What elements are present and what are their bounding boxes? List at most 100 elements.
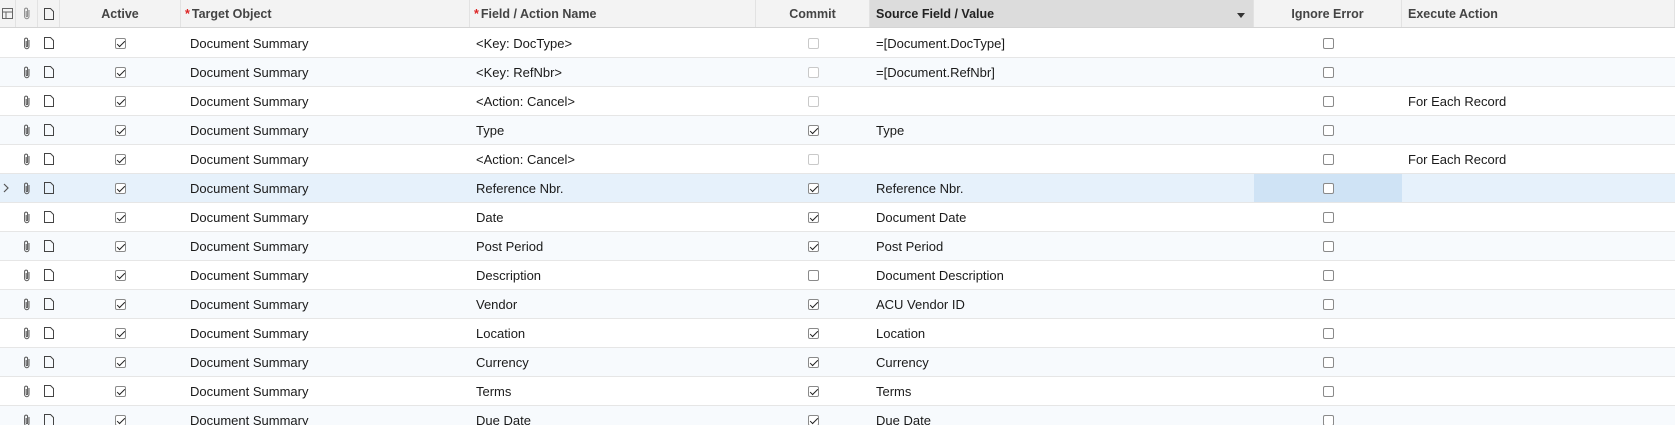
note-cell[interactable] <box>38 29 60 57</box>
attachment-cell[interactable] <box>16 319 38 347</box>
execute-action-cell[interactable] <box>1402 290 1675 318</box>
row-selector[interactable] <box>0 203 16 231</box>
note-icon[interactable] <box>44 124 54 136</box>
ignore-error-cell[interactable] <box>1254 29 1402 57</box>
paperclip-icon[interactable] <box>22 356 32 369</box>
commit-checkbox[interactable] <box>807 182 819 194</box>
note-icon[interactable] <box>44 66 54 78</box>
target-object-cell[interactable]: Document Summary <box>181 145 470 173</box>
paperclip-icon[interactable] <box>22 37 32 50</box>
note-icon[interactable] <box>44 153 54 165</box>
row-selector[interactable] <box>0 319 16 347</box>
active-checkbox[interactable] <box>115 182 126 194</box>
attachment-cell[interactable] <box>16 348 38 376</box>
execute-action-cell[interactable] <box>1402 377 1675 405</box>
commit-checkbox[interactable] <box>807 153 819 165</box>
row-selector[interactable] <box>0 29 16 57</box>
attachment-cell[interactable] <box>16 29 38 57</box>
field-action-cell[interactable]: Reference Nbr. <box>470 174 756 202</box>
row-selector[interactable] <box>0 116 16 144</box>
active-cell[interactable] <box>60 377 181 405</box>
source-field-cell[interactable]: Location <box>870 319 1254 347</box>
active-cell[interactable] <box>60 319 181 347</box>
commit-checkbox[interactable] <box>807 385 819 397</box>
note-cell[interactable] <box>38 203 60 231</box>
commit-checkbox[interactable] <box>807 66 819 78</box>
row-selector[interactable] <box>0 290 16 318</box>
row-selector[interactable] <box>0 87 16 115</box>
sort-dropdown-icon[interactable] <box>1237 7 1245 21</box>
ignore-error-cell[interactable] <box>1254 319 1402 347</box>
source-field-cell[interactable]: =[Document.RefNbr] <box>870 58 1254 86</box>
commit-checkbox[interactable] <box>807 124 819 136</box>
field-action-cell[interactable]: <Action: Cancel> <box>470 145 756 173</box>
active-checkbox[interactable] <box>115 37 126 49</box>
table-row[interactable]: Document Summary Description Document Desc… <box>0 261 1675 290</box>
paperclip-icon[interactable] <box>22 211 32 224</box>
source-field-cell[interactable]: Document Description <box>870 261 1254 289</box>
field-action-cell[interactable]: Date <box>470 203 756 231</box>
attachment-cell[interactable] <box>16 203 38 231</box>
paperclip-icon[interactable] <box>22 327 32 340</box>
note-icon[interactable] <box>44 414 54 425</box>
note-icon[interactable] <box>44 211 54 223</box>
execute-action-cell[interactable] <box>1402 29 1675 57</box>
header-ignore-error[interactable]: Ignore Error <box>1254 0 1402 27</box>
row-selector[interactable] <box>0 406 16 425</box>
header-field-action[interactable]: * Field / Action Name <box>470 0 756 27</box>
target-object-cell[interactable]: Document Summary <box>181 261 470 289</box>
target-object-cell[interactable]: Document Summary <box>181 87 470 115</box>
ignore-error-checkbox[interactable] <box>1322 356 1334 368</box>
note-icon[interactable] <box>44 182 54 194</box>
source-field-cell[interactable]: Due Date <box>870 406 1254 425</box>
table-row[interactable]: Document Summary Post Period Post Period <box>0 232 1675 261</box>
ignore-error-checkbox[interactable] <box>1322 95 1334 107</box>
field-action-cell[interactable]: <Key: DocType> <box>470 29 756 57</box>
table-row[interactable]: Document Summary <Action: Cancel> For Each… <box>0 87 1675 116</box>
header-execute-action[interactable]: Execute Action <box>1402 0 1675 27</box>
commit-cell[interactable] <box>756 377 870 405</box>
table-row[interactable]: Document Summary Location Location <box>0 319 1675 348</box>
attachment-cell[interactable] <box>16 290 38 318</box>
attachment-cell[interactable] <box>16 377 38 405</box>
table-row[interactable]: Document Summary Due Date Due Date <box>0 406 1675 425</box>
field-action-cell[interactable]: Post Period <box>470 232 756 260</box>
header-active[interactable]: Active <box>60 0 181 27</box>
field-action-cell[interactable]: Description <box>470 261 756 289</box>
source-field-cell[interactable]: ACU Vendor ID <box>870 290 1254 318</box>
header-commit[interactable]: Commit <box>756 0 870 27</box>
attachment-cell[interactable] <box>16 116 38 144</box>
row-selector[interactable] <box>0 377 16 405</box>
ignore-error-cell[interactable] <box>1254 232 1402 260</box>
note-cell[interactable] <box>38 290 60 318</box>
note-cell[interactable] <box>38 232 60 260</box>
active-checkbox[interactable] <box>115 414 126 425</box>
row-selector[interactable] <box>0 261 16 289</box>
note-icon[interactable] <box>44 269 54 281</box>
active-checkbox[interactable] <box>115 240 126 252</box>
active-cell[interactable] <box>60 29 181 57</box>
execute-action-cell[interactable]: For Each Record <box>1402 145 1675 173</box>
active-cell[interactable] <box>60 174 181 202</box>
active-checkbox[interactable] <box>115 153 126 165</box>
ignore-error-checkbox[interactable] <box>1322 385 1334 397</box>
source-field-cell[interactable]: =[Document.DocType] <box>870 29 1254 57</box>
attachment-cell[interactable] <box>16 87 38 115</box>
active-checkbox[interactable] <box>115 298 126 310</box>
note-cell[interactable] <box>38 174 60 202</box>
attachment-cell[interactable] <box>16 232 38 260</box>
note-cell[interactable] <box>38 261 60 289</box>
source-field-cell[interactable] <box>870 87 1254 115</box>
field-action-cell[interactable]: <Key: RefNbr> <box>470 58 756 86</box>
note-icon[interactable] <box>44 327 54 339</box>
commit-cell[interactable] <box>756 319 870 347</box>
header-target-object[interactable]: * Target Object <box>181 0 470 27</box>
execute-action-cell[interactable] <box>1402 116 1675 144</box>
ignore-error-checkbox[interactable] <box>1322 269 1334 281</box>
execute-action-cell[interactable] <box>1402 203 1675 231</box>
commit-checkbox[interactable] <box>807 356 819 368</box>
commit-cell[interactable] <box>756 58 870 86</box>
note-cell[interactable] <box>38 116 60 144</box>
ignore-error-checkbox[interactable] <box>1322 327 1334 339</box>
commit-checkbox[interactable] <box>807 327 819 339</box>
